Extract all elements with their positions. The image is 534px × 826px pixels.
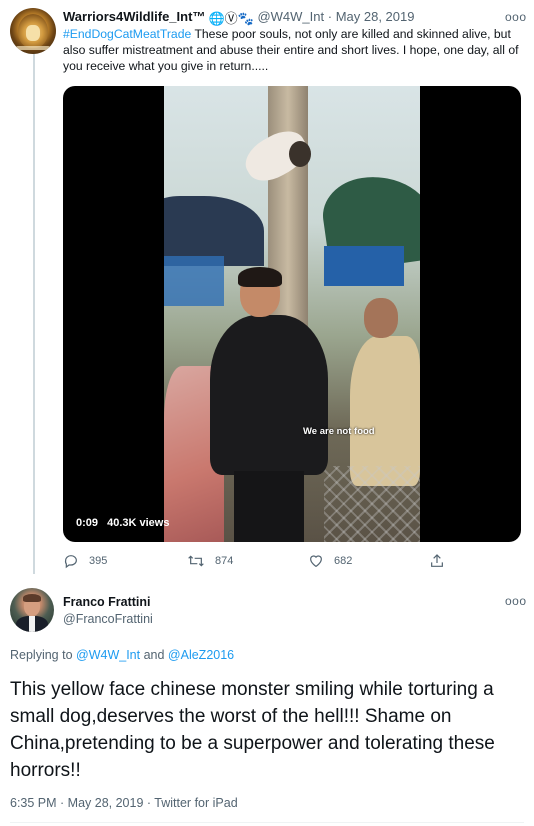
tweet1-author-emoji: 🌐Ⓥ🐾 [208,11,254,26]
like-button[interactable]: 682 [308,553,352,569]
tweet2-timestamp[interactable]: 6:35 PM · May 28, 2019 · Twitter for iPa… [10,796,238,810]
video-frame: We are not food [164,86,420,542]
reply-button[interactable]: 395 [63,553,107,569]
more-options-icon[interactable]: ooo [505,10,527,24]
replying-to: Replying to @W4W_Int and @AleZ2016 [10,648,234,662]
like-count: 682 [334,555,353,567]
tweet2-handle[interactable]: @FrancoFrattini [63,612,153,626]
video-views: 40.3K views [107,517,170,529]
tweet1-header: Warriors4Wildlife_Int™ 🌐Ⓥ🐾 @W4W_Int · May… [63,9,414,27]
tweet1-author-name[interactable]: Warriors4Wildlife_Int™ [63,9,205,24]
warriors4wildlife-avatar[interactable] [10,8,56,54]
tweet1-text: #EndDogCatMeatTrade These poor souls, no… [63,26,523,74]
retweet-count: 874 [215,555,234,567]
mention-link-w4w[interactable]: @W4W_Int [76,648,140,662]
thread-connector-line [33,52,35,574]
share-button[interactable] [429,553,445,569]
more-options-icon[interactable]: ooo [505,594,527,608]
hashtag-link[interactable]: #EndDogCatMeatTrade [63,27,191,41]
reply-count: 395 [89,555,108,567]
tweet-video-player[interactable]: We are not food 0:09 40.3K views [63,86,521,542]
video-info: 0:09 40.3K views [76,517,175,529]
retweet-button[interactable]: 874 [187,553,233,569]
tweet1-date[interactable]: May 28, 2019 [336,9,415,24]
video-duration: 0:09 [76,517,99,529]
tweet2-author-name[interactable]: Franco Frattini [63,595,151,609]
tweet2-text: This yellow face chinese monster smiling… [10,679,495,781]
tweet1-action-bar: 395 874 682 [63,553,463,569]
share-icon [431,554,443,567]
replying-and: and [140,648,168,662]
reply-icon [64,555,77,569]
video-subtitle: We are not food [303,426,375,437]
mention-link-alez2016[interactable]: @AleZ2016 [168,648,234,662]
replying-prefix: Replying to [10,648,77,662]
tweet1-handle[interactable]: @W4W_Int [257,9,324,24]
heart-icon [310,555,322,568]
separator-dot: · [327,9,333,24]
retweet-icon [188,555,204,567]
divider [10,822,524,823]
franco-frattini-avatar[interactable] [10,588,54,632]
